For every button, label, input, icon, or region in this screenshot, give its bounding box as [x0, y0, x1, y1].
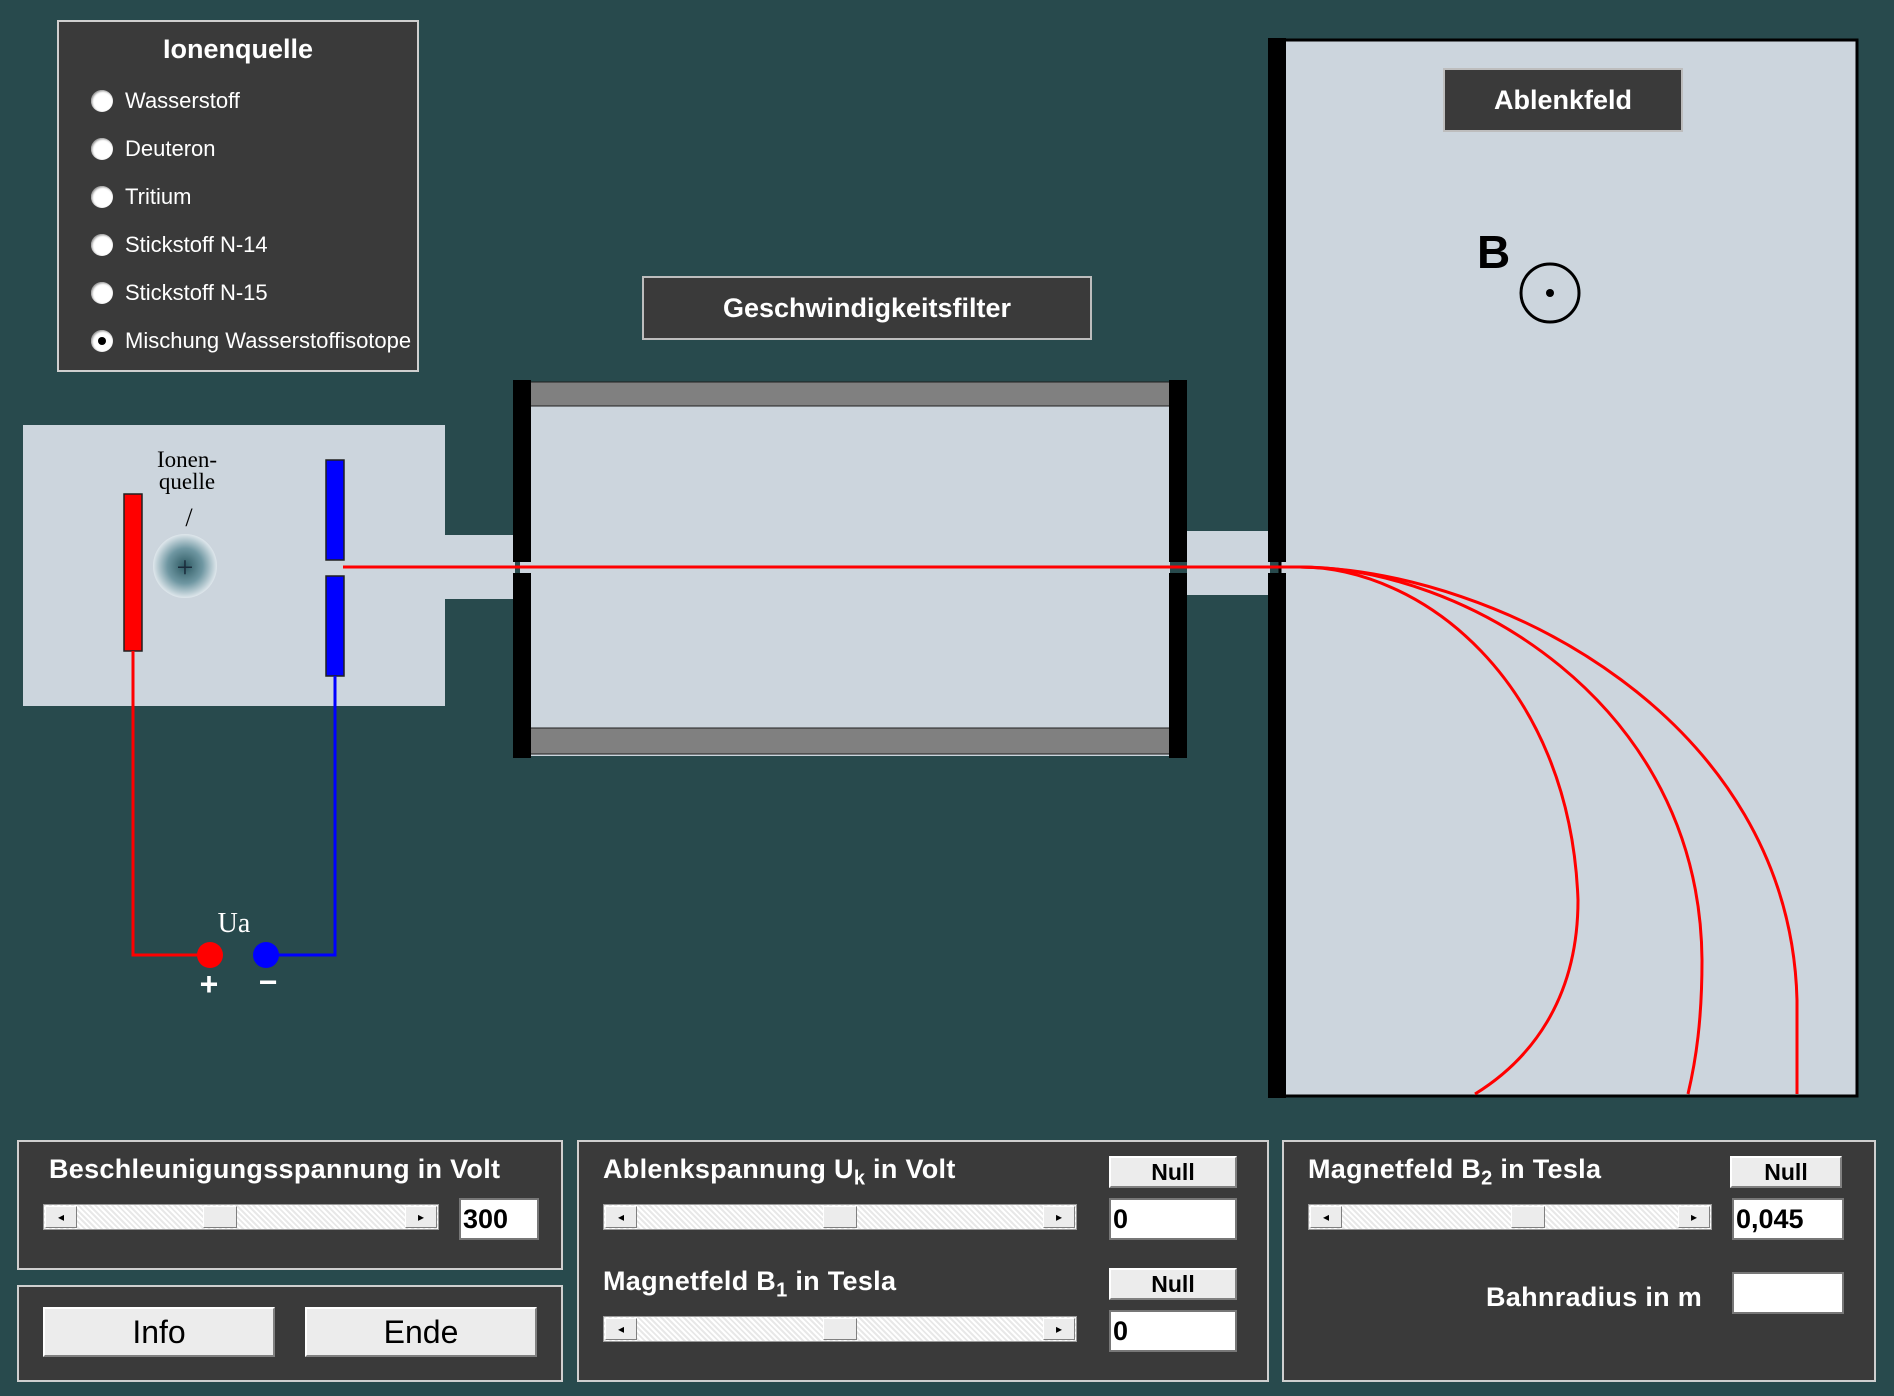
ion-source-label-line2: quelle	[159, 469, 215, 494]
slider-thumb[interactable]	[1511, 1206, 1546, 1228]
magnetic-field-b2-label: Magnetfeld B2 in Tesla	[1308, 1154, 1601, 1190]
negative-wire	[266, 676, 337, 957]
velocity-filter-label: Geschwindigkeitsfilter	[642, 276, 1092, 340]
scroll-right-arrow-icon[interactable]: ▸	[1678, 1206, 1710, 1228]
field-wall-bottom	[1268, 573, 1286, 1098]
end-button[interactable]: Ende	[305, 1307, 537, 1357]
magnetic-field-b2-null-button[interactable]: Null	[1730, 1156, 1842, 1188]
acceleration-voltage-panel: Beschleunigungsspannung in Volt ◂ ▸	[17, 1140, 563, 1270]
ion-source-pointer: /	[185, 503, 193, 532]
voltage-label: Ua	[218, 908, 251, 939]
info-button[interactable]: Info	[43, 1307, 275, 1357]
deflection-voltage-label-prefix: Ablenkspannung U	[603, 1154, 854, 1184]
magnetic-field-b2-input[interactable]	[1732, 1198, 1844, 1240]
scroll-right-arrow-icon[interactable]: ▸	[1043, 1206, 1075, 1228]
minus-label: −	[259, 964, 278, 1000]
filter-plate-top	[529, 381, 1171, 407]
filter-to-field-tube	[1187, 531, 1270, 595]
field-wall-top	[1268, 38, 1286, 562]
scroll-left-arrow-icon[interactable]: ◂	[45, 1206, 77, 1228]
filter-wall-left-bottom	[513, 573, 531, 758]
b-field-symbol: B	[1477, 226, 1510, 278]
magnetic-field-b1-label-prefix: Magnetfeld B	[603, 1266, 777, 1296]
slider-thumb[interactable]	[823, 1206, 857, 1228]
magnetic-field-b1-label: Magnetfeld B1 in Tesla	[603, 1266, 896, 1302]
deflection-voltage-input[interactable]	[1109, 1198, 1237, 1240]
scroll-left-arrow-icon[interactable]: ◂	[1310, 1206, 1342, 1228]
acceleration-voltage-input[interactable]	[459, 1198, 539, 1240]
negative-electrode-bottom	[325, 575, 345, 677]
deflection-voltage-slider[interactable]: ◂ ▸	[603, 1204, 1077, 1230]
deflection-voltage-label-suffix: in Volt	[865, 1154, 956, 1184]
deflection-field-controls-panel: Magnetfeld B2 in Tesla Null ◂ ▸ Bahnradi…	[1282, 1140, 1876, 1382]
positive-electrode	[123, 493, 143, 652]
ion-symbol: +	[177, 551, 194, 584]
magnetic-field-b1-input[interactable]	[1109, 1310, 1237, 1352]
slider-thumb[interactable]	[203, 1206, 238, 1228]
orbit-radius-label: Bahnradius in m	[1486, 1282, 1703, 1312]
acceleration-voltage-slider[interactable]: ◂ ▸	[43, 1204, 439, 1230]
scroll-left-arrow-icon[interactable]: ◂	[605, 1318, 637, 1340]
action-buttons-panel: Info Ende	[17, 1285, 563, 1382]
deflection-voltage-label: Ablenkspannung Uk in Volt	[603, 1154, 956, 1190]
velocity-filter-chamber	[520, 382, 1170, 756]
magnetic-field-b2-slider[interactable]: ◂ ▸	[1308, 1204, 1712, 1230]
filter-wall-right-top	[1169, 380, 1187, 562]
scroll-right-arrow-icon[interactable]: ▸	[1043, 1318, 1075, 1340]
plus-label: +	[200, 966, 219, 1002]
magnetic-field-b1-slider[interactable]: ◂ ▸	[603, 1316, 1077, 1342]
velocity-filter-controls-panel: Ablenkspannung Uk in Volt Null ◂ ▸ Magne…	[577, 1140, 1269, 1382]
filter-wall-left-top	[513, 380, 531, 562]
positive-terminal	[197, 942, 223, 968]
apparatus-diagram: + Ionen- quelle / Ua + − B	[23, 38, 1859, 1098]
orbit-radius-output	[1732, 1272, 1844, 1314]
filter-wall-right-bottom	[1169, 573, 1187, 758]
slider-thumb[interactable]	[823, 1318, 857, 1340]
magnetic-field-b1-label-sub: 1	[776, 1279, 788, 1302]
deflection-voltage-label-sub: k	[853, 1167, 866, 1190]
magnetic-field-b2-label-sub: 2	[1481, 1167, 1493, 1190]
magnetic-field-b2-label-suffix: in Tesla	[1492, 1154, 1602, 1184]
magnetic-field-b1-null-button[interactable]: Null	[1109, 1268, 1237, 1300]
field-out-of-page-dot	[1546, 289, 1554, 297]
deflection-field-chamber	[1278, 38, 1859, 1098]
scroll-right-arrow-icon[interactable]: ▸	[405, 1206, 437, 1228]
magnetic-field-b1-label-suffix: in Tesla	[787, 1266, 897, 1296]
filter-plate-bottom	[529, 727, 1171, 755]
negative-electrode-top	[325, 459, 345, 561]
deflection-field-label: Ablenkfeld	[1443, 68, 1683, 132]
acceleration-voltage-label: Beschleunigungsspannung in Volt	[49, 1154, 501, 1184]
scroll-left-arrow-icon[interactable]: ◂	[605, 1206, 637, 1228]
magnetic-field-b2-label-prefix: Magnetfeld B	[1308, 1154, 1482, 1184]
deflection-voltage-null-button[interactable]: Null	[1109, 1156, 1237, 1188]
